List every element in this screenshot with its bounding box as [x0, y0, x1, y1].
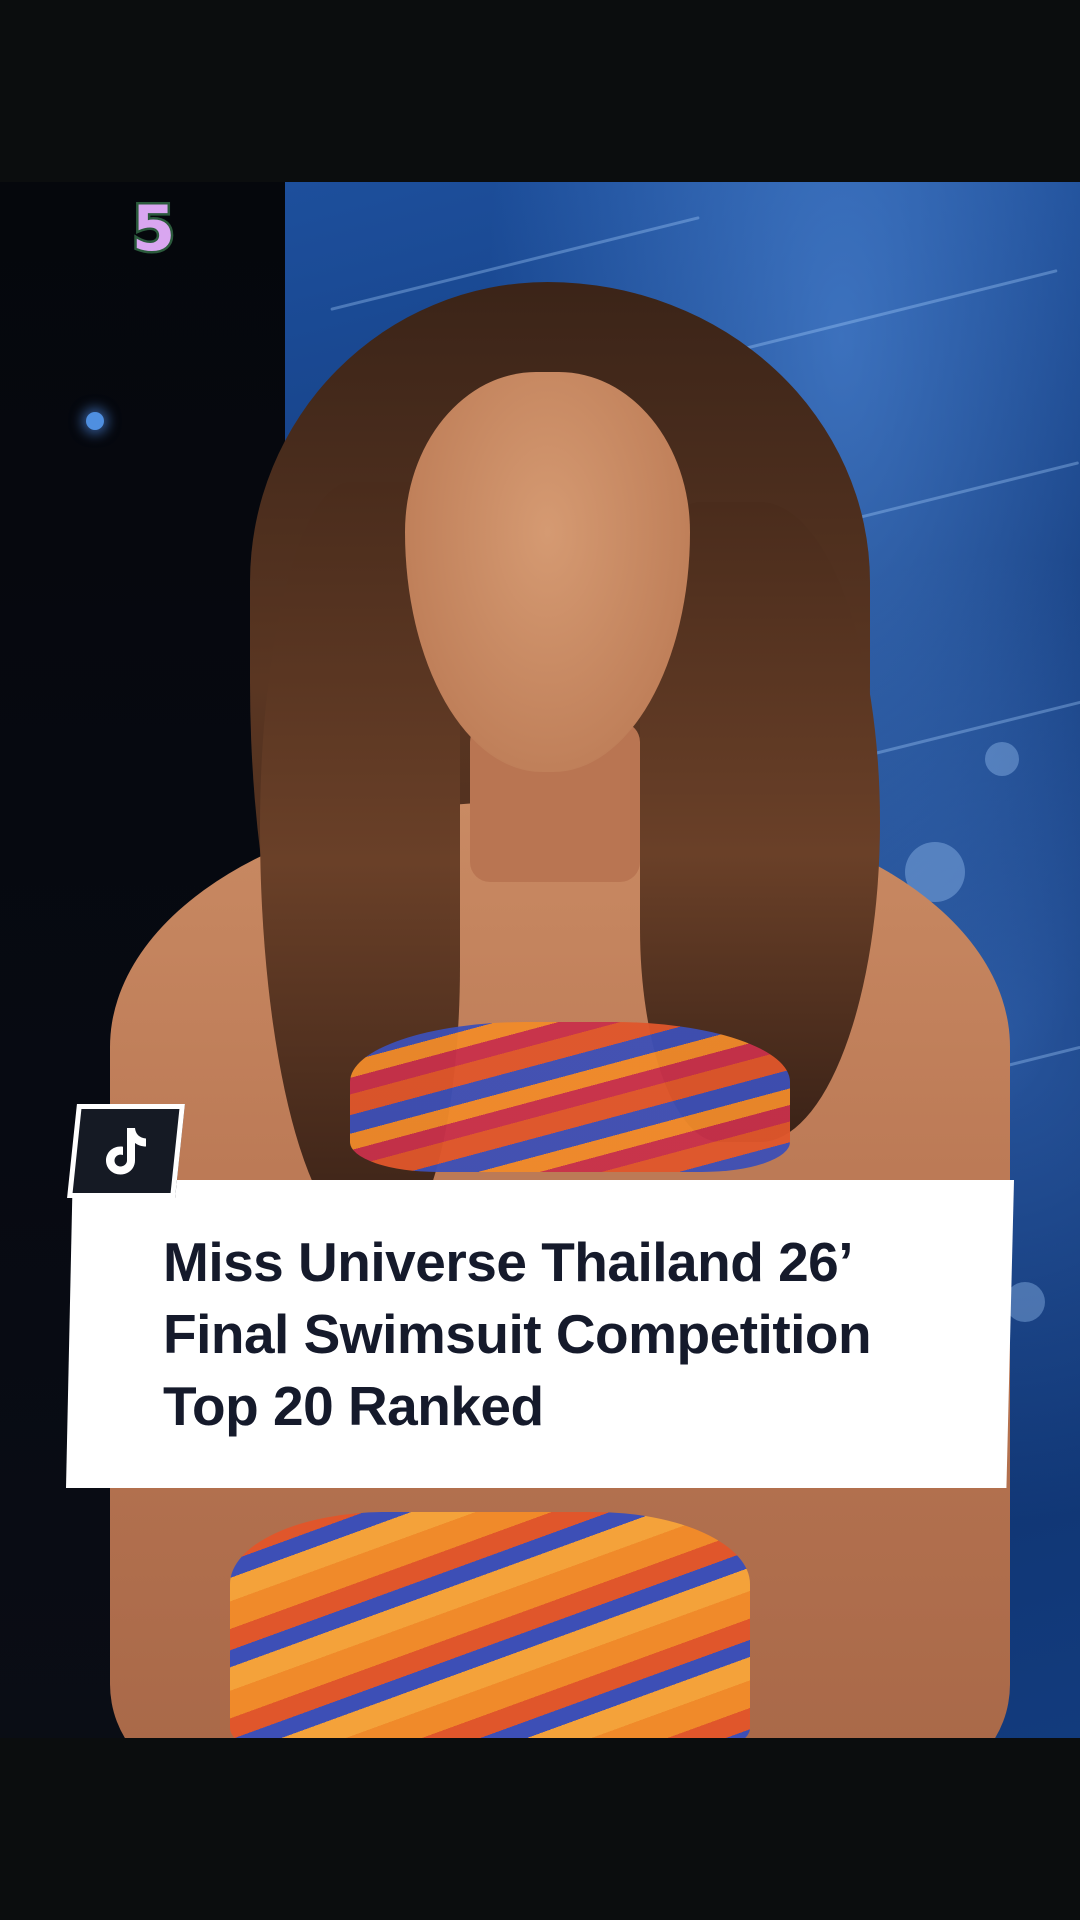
rank-number: 5: [129, 192, 177, 265]
video-screen[interactable]: 5 Miss Universe Thailand 26’ Final Swims…: [0, 0, 1080, 1920]
caption-text: Miss Universe Thailand 26’ Final Swimsui…: [163, 1226, 993, 1442]
caption-title-line: Miss Universe Thailand 26’: [163, 1231, 854, 1293]
caption-subtitle-line: Final Swimsuit Competition: [163, 1303, 872, 1365]
swimsuit-bottom: [230, 1512, 750, 1738]
tiktok-logo-badge: [67, 1104, 185, 1198]
caption-ranking-line: Top 20 Ranked: [163, 1375, 544, 1437]
letterbox-top: [0, 0, 1080, 182]
bokeh-light: [985, 742, 1019, 776]
video-frame[interactable]: [0, 182, 1080, 1738]
letterbox-bottom: [0, 1738, 1080, 1920]
tiktok-logo-icon: [106, 1128, 146, 1175]
swimsuit-top: [350, 1022, 790, 1172]
stage-spot-light: [86, 412, 104, 430]
